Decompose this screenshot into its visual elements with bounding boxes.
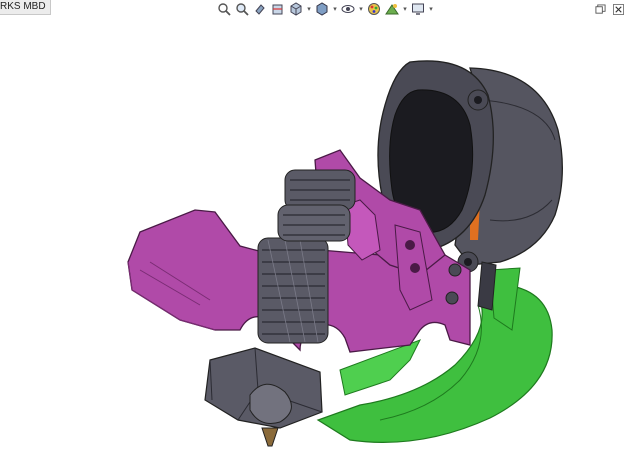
hide-show-items-icon[interactable] <box>340 1 356 17</box>
restore-window-icon[interactable] <box>594 3 606 15</box>
apply-scene-icon[interactable] <box>384 1 400 17</box>
window-controls <box>594 0 624 18</box>
heater-block-model[interactable] <box>204 347 323 447</box>
view-orientation-icon[interactable] <box>288 1 304 17</box>
apply-scene-dropdown-icon[interactable]: ▾ <box>402 1 408 17</box>
display-style-icon[interactable] <box>314 1 330 17</box>
hide-show-dropdown-icon[interactable]: ▾ <box>358 1 364 17</box>
previous-view-icon[interactable] <box>252 1 268 17</box>
edit-appearance-icon[interactable] <box>366 1 382 17</box>
view-settings-dropdown-icon[interactable]: ▾ <box>428 1 434 17</box>
close-window-icon[interactable] <box>612 3 624 15</box>
document-tab-label[interactable]: RKS MBD <box>0 0 51 15</box>
zoom-to-fit-icon[interactable] <box>216 1 232 17</box>
graphics-area[interactable] <box>0 18 628 472</box>
zoom-to-area-icon[interactable] <box>234 1 250 17</box>
heads-up-view-toolbar: ▾ ▾ ▾ ▾ ▾ <box>216 0 434 18</box>
section-view-icon[interactable] <box>270 1 286 17</box>
display-style-dropdown-icon[interactable]: ▾ <box>332 1 338 17</box>
view-orientation-dropdown-icon[interactable]: ▾ <box>306 1 312 17</box>
view-settings-icon[interactable] <box>410 1 426 17</box>
